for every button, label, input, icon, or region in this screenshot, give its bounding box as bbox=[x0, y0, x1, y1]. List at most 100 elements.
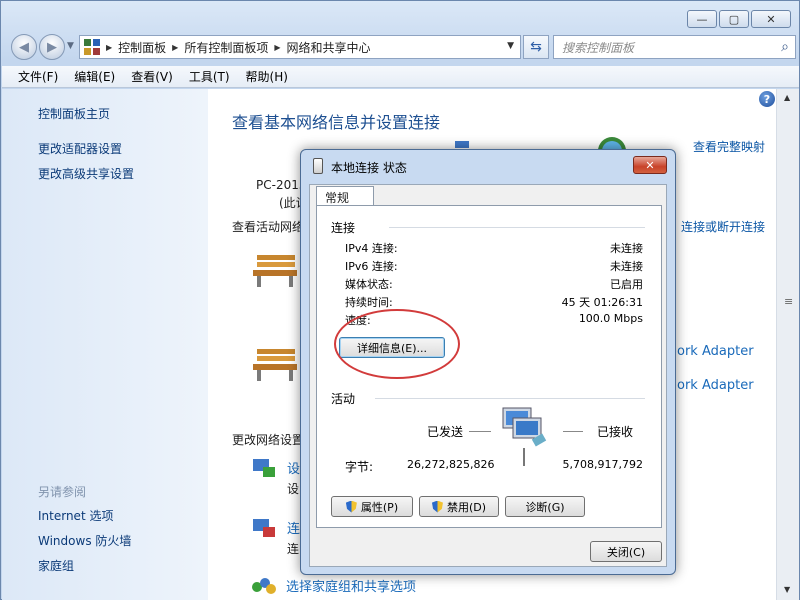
back-button[interactable]: ◀ bbox=[11, 34, 37, 60]
page-title: 查看基本网络信息并设置连接 bbox=[232, 113, 441, 132]
received-label: 已接收 bbox=[597, 425, 634, 439]
menu-help[interactable]: 帮助(H) bbox=[240, 66, 294, 87]
scroll-grip-icon[interactable]: ≡ bbox=[784, 295, 793, 308]
navigation-row: ◀ ▶ ▼ ▶ 控制面板 ▶ 所有控制面板项 ▶ 网络和共享中心 ▼ ⇆ 搜索控… bbox=[7, 33, 797, 61]
bytes-label: 字节: bbox=[345, 460, 374, 474]
control-panel-icon bbox=[84, 39, 100, 55]
network-icon bbox=[455, 141, 469, 148]
vertical-scrollbar[interactable]: ▲ ≡ ▼ bbox=[776, 89, 799, 600]
breadcrumb-all-items[interactable]: 所有控制面板项 bbox=[184, 39, 268, 56]
breadcrumb-control-panel[interactable]: 控制面板 bbox=[118, 39, 166, 56]
media-state-value: 已启用 bbox=[610, 278, 643, 291]
properties-button[interactable]: 属性(P) bbox=[331, 496, 413, 517]
ipv6-value: 未连接 bbox=[610, 260, 643, 273]
address-bar[interactable]: ▶ 控制面板 ▶ 所有控制面板项 ▶ 网络和共享中心 ▼ bbox=[79, 35, 521, 59]
setup-connection-icon bbox=[253, 459, 275, 477]
group-divider bbox=[375, 398, 645, 399]
search-input[interactable]: 搜索控制面板 ⌕ bbox=[553, 35, 796, 59]
activity-group-header: 活动 bbox=[331, 392, 356, 406]
change-settings-header: 更改网络设置 bbox=[232, 433, 305, 447]
setup-connection-desc: 设 bbox=[287, 482, 300, 496]
bench-network-icon bbox=[253, 255, 297, 287]
bytes-sent-value: 26,272,825,826 bbox=[407, 458, 495, 471]
sidebar-item-adapter-settings[interactable]: 更改适配器设置 bbox=[38, 140, 122, 157]
tab-general[interactable]: 常规 bbox=[316, 186, 374, 206]
see-also-header: 另请参阅 bbox=[38, 485, 87, 499]
duration-label: 持续时间: bbox=[345, 296, 393, 309]
menu-bar: 文件(F) 编辑(E) 查看(V) 工具(T) 帮助(H) bbox=[2, 66, 799, 88]
back-arrow-icon: ◀ bbox=[19, 39, 29, 55]
search-placeholder: 搜索控制面板 bbox=[562, 40, 635, 55]
history-dropdown-icon[interactable]: ▼ bbox=[67, 41, 74, 51]
scroll-up-icon[interactable]: ▲ bbox=[784, 93, 790, 102]
homegroup-link[interactable]: 选择家庭组和共享选项 bbox=[286, 576, 416, 595]
menu-view[interactable]: 查看(V) bbox=[125, 66, 179, 87]
scroll-down-icon[interactable]: ▼ bbox=[784, 585, 790, 594]
close-dialog-button[interactable]: 关闭(C) bbox=[590, 541, 662, 562]
close-window-button[interactable]: ✕ bbox=[751, 10, 791, 28]
duration-value: 45 天 01:26:31 bbox=[561, 296, 643, 309]
sent-label: 已发送 bbox=[427, 425, 464, 439]
speed-value: 100.0 Mbps bbox=[578, 312, 643, 325]
diagnose-button[interactable]: 诊断(G) bbox=[505, 496, 585, 517]
control-panel-window: — ▢ ✕ ◀ ▶ ▼ ▶ 控制面板 ▶ 所有控制面板项 ▶ 网络和共享中心 ▼… bbox=[0, 0, 800, 600]
sidebar-item-homegroup[interactable]: 家庭组 bbox=[38, 557, 74, 574]
bench-network-icon bbox=[253, 349, 297, 381]
menu-edit[interactable]: 编辑(E) bbox=[68, 66, 121, 87]
minimize-button[interactable]: — bbox=[687, 10, 717, 28]
menu-tools[interactable]: 工具(T) bbox=[183, 66, 236, 87]
shield-icon bbox=[431, 500, 443, 513]
forward-arrow-icon: ▶ bbox=[47, 39, 57, 55]
group-divider bbox=[389, 227, 645, 228]
media-state-label: 媒体状态: bbox=[345, 278, 393, 291]
adapter-link-2[interactable]: ork Adapter bbox=[677, 378, 754, 393]
breadcrumb-separator-icon[interactable]: ▶ bbox=[172, 43, 178, 52]
active-networks-header: 查看活动网络 bbox=[232, 220, 305, 234]
disable-label: 禁用(D) bbox=[446, 500, 487, 514]
details-button[interactable]: 详细信息(E)... bbox=[339, 337, 445, 358]
network-activity-icon bbox=[502, 407, 547, 466]
sidebar-item-firewall[interactable]: Windows 防火墙 bbox=[38, 532, 131, 549]
forward-button[interactable]: ▶ bbox=[39, 34, 65, 60]
speed-label: 速度: bbox=[345, 314, 371, 327]
sent-line bbox=[469, 431, 491, 432]
disable-button[interactable]: 禁用(D) bbox=[419, 496, 499, 517]
connect-disconnect-link[interactable]: 连接或断开连接 bbox=[681, 218, 765, 235]
address-dropdown-icon[interactable]: ▼ bbox=[507, 41, 514, 51]
refresh-icon: ⇆ bbox=[530, 39, 542, 55]
sidebar-item-home[interactable]: 控制面板主页 bbox=[38, 105, 110, 122]
refresh-button[interactable]: ⇆ bbox=[523, 35, 549, 59]
homegroup-icon bbox=[252, 578, 276, 594]
dialog-titlebar[interactable]: 本地连接 状态 ✕ bbox=[301, 150, 675, 182]
connection-group-header: 连接 bbox=[331, 221, 356, 235]
connect-network-link[interactable]: 连 bbox=[287, 518, 300, 537]
dialog-title: 本地连接 状态 bbox=[331, 161, 407, 175]
help-icon[interactable]: ? bbox=[759, 91, 775, 107]
ipv6-label: IPv6 连接: bbox=[345, 260, 398, 273]
breadcrumb-separator-icon[interactable]: ▶ bbox=[106, 43, 112, 52]
breadcrumb-separator-icon[interactable]: ▶ bbox=[274, 43, 280, 52]
view-full-map-link[interactable]: 查看完整映射 bbox=[693, 138, 765, 155]
maximize-button[interactable]: ▢ bbox=[719, 10, 749, 28]
breadcrumb-network-center[interactable]: 网络和共享中心 bbox=[287, 39, 371, 56]
dialog-body: 常规 连接 IPv4 连接: 未连接 IPv6 连接: 未连接 媒体状态: 已启… bbox=[309, 184, 667, 567]
bytes-received-value: 5,708,917,792 bbox=[562, 458, 643, 471]
menu-file[interactable]: 文件(F) bbox=[12, 66, 64, 87]
sidebar-item-internet-options[interactable]: Internet 选项 bbox=[38, 507, 113, 524]
general-tab-page: 连接 IPv4 连接: 未连接 IPv6 连接: 未连接 媒体状态: 已启用 持… bbox=[316, 205, 662, 528]
pc-name: PC-2015 bbox=[256, 178, 307, 192]
adapter-link-1[interactable]: ork Adapter bbox=[677, 344, 754, 359]
caption-buttons: — ▢ ✕ bbox=[687, 10, 791, 28]
connect-network-desc: 连 bbox=[287, 542, 300, 556]
sidebar-item-advanced-sharing[interactable]: 更改高级共享设置 bbox=[38, 165, 134, 182]
ipv4-value: 未连接 bbox=[610, 242, 643, 255]
connection-icon bbox=[313, 158, 323, 174]
setup-connection-link[interactable]: 设 bbox=[287, 458, 300, 477]
ipv4-label: IPv4 连接: bbox=[345, 242, 398, 255]
search-icon[interactable]: ⌕ bbox=[781, 39, 789, 55]
shield-icon bbox=[345, 500, 357, 513]
properties-label: 属性(P) bbox=[360, 500, 399, 514]
received-line bbox=[563, 431, 583, 432]
left-pane: 控制面板主页 更改适配器设置 更改高级共享设置 另请参阅 Internet 选项… bbox=[2, 89, 208, 600]
dialog-close-button[interactable]: ✕ bbox=[633, 156, 667, 174]
